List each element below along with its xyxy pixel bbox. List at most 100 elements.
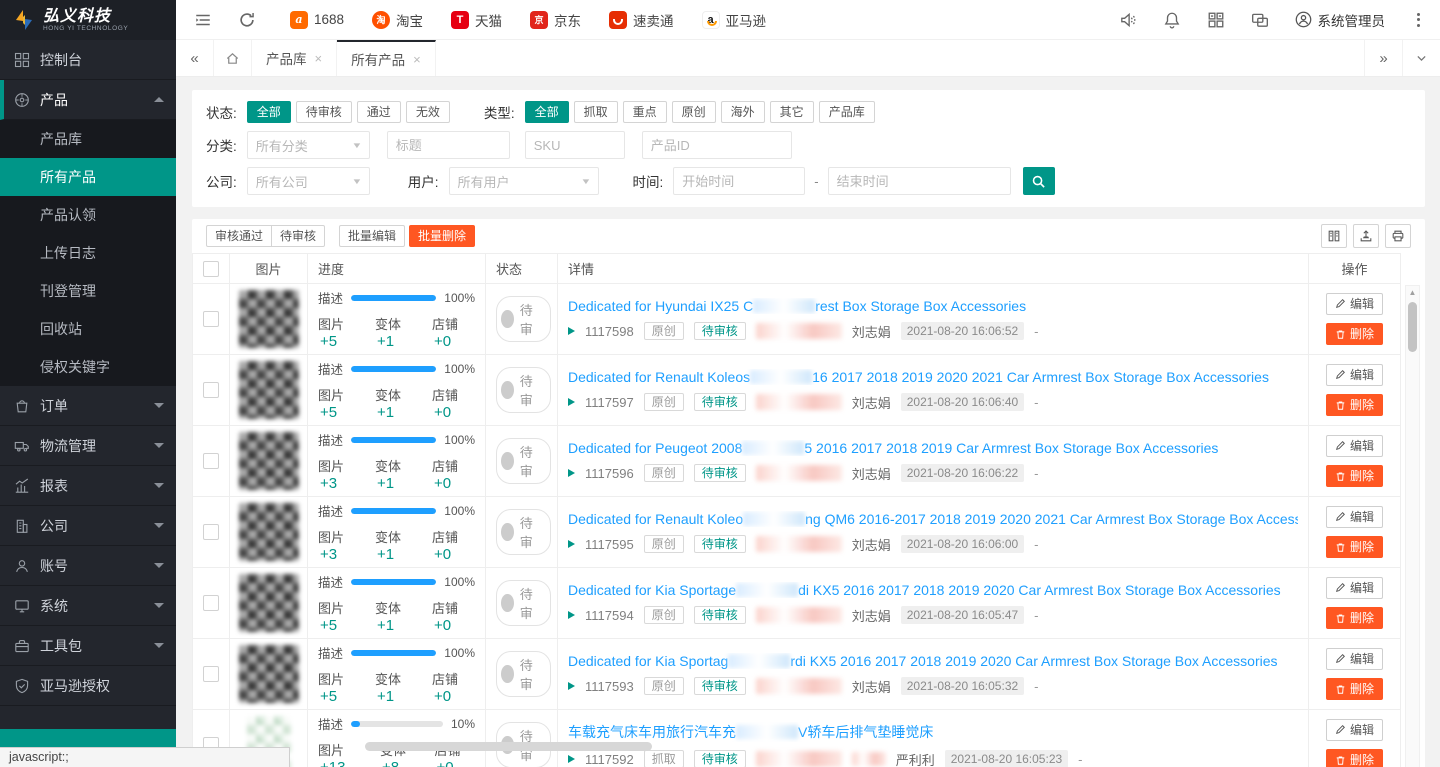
platform-link-天猫[interactable]: T天猫 [451, 10, 502, 30]
sidebar-subitem-upload-log[interactable]: 上传日志 [0, 234, 176, 272]
edit-button[interactable]: 编辑 [1326, 364, 1383, 386]
type-filter-option[interactable]: 抓取 [574, 101, 618, 123]
sku-input[interactable] [525, 131, 625, 159]
product-title-link[interactable]: 车载充气床车用旅行汽车充V轿车后排气垫睡觉床 [568, 722, 1298, 742]
platform-link-亚马逊[interactable]: a亚马逊 [702, 10, 767, 30]
batch-delete-button[interactable]: 批量删除 [409, 225, 475, 247]
announcement-icon[interactable] [1119, 11, 1137, 29]
type-filter-option[interactable]: 其它 [770, 101, 814, 123]
scroll-up-icon[interactable]: ▲ [1409, 286, 1417, 300]
refresh-icon[interactable] [238, 11, 256, 29]
sidebar-item-toolkit[interactable]: 工具包 [0, 626, 176, 666]
sidebar-subitem-all-products[interactable]: 所有产品 [0, 158, 176, 196]
status-badge[interactable]: 待审 [496, 509, 551, 555]
status-badge[interactable]: 待审 [496, 651, 551, 697]
platform-link-京东[interactable]: 京京东 [530, 10, 581, 30]
type-filter-option[interactable]: 全部 [525, 101, 569, 123]
product-title-link[interactable]: Dedicated for Renault Koleong QM6 2016-2… [568, 511, 1298, 527]
product-id-input[interactable] [642, 131, 792, 159]
product-image[interactable] [239, 574, 299, 632]
sidebar-item-system[interactable]: 系统 [0, 586, 176, 626]
export-icon[interactable] [1353, 224, 1379, 248]
edit-button[interactable]: 编辑 [1326, 648, 1383, 670]
end-time-input[interactable] [828, 167, 1011, 195]
theme-windows-icon[interactable] [1251, 11, 1269, 29]
sidebar-item-logistics[interactable]: 物流管理 [0, 426, 176, 466]
sidebar-subitem-listing-manage[interactable]: 刊登管理 [0, 272, 176, 310]
sidebar-item-reports[interactable]: 报表 [0, 466, 176, 506]
product-title-link[interactable]: Dedicated for Peugeot 20085 2016 2017 20… [568, 440, 1298, 456]
product-image[interactable] [239, 645, 299, 703]
category-select[interactable]: 所有分类 ▼ [247, 131, 370, 159]
title-input[interactable] [387, 131, 510, 159]
sidebar-item-company[interactable]: 公司 [0, 506, 176, 546]
delete-button[interactable]: 删除 [1326, 394, 1383, 416]
sidebar-subitem-infringing-keywords[interactable]: 侵权关键字 [0, 348, 176, 386]
row-checkbox[interactable] [203, 382, 219, 398]
pending-selected-button[interactable]: 待审核 [272, 225, 325, 247]
close-tab-icon[interactable]: × [315, 51, 323, 66]
sidebar-subitem-recycle-bin[interactable]: 回收站 [0, 310, 176, 348]
delete-button[interactable]: 删除 [1326, 749, 1383, 767]
user-select[interactable]: 所有用户 ▼ [449, 167, 599, 195]
close-tab-icon[interactable]: × [413, 52, 421, 67]
product-title-link[interactable]: Dedicated for Hyundai IX25 Crest Box Sto… [568, 298, 1298, 314]
edit-button[interactable]: 编辑 [1326, 435, 1383, 457]
platform-link-1688[interactable]: a1688 [290, 11, 344, 29]
product-image[interactable] [239, 503, 299, 561]
product-title-link[interactable]: Dedicated for Renault Koleos16 2017 2018… [568, 369, 1298, 385]
sidebar-subitem-product-claim[interactable]: 产品认领 [0, 196, 176, 234]
row-checkbox[interactable] [203, 311, 219, 327]
sidebar-item-console[interactable]: 控制台 [0, 40, 176, 80]
edit-button[interactable]: 编辑 [1326, 293, 1383, 315]
row-checkbox[interactable] [203, 524, 219, 540]
sidebar-item-account[interactable]: 账号 [0, 546, 176, 586]
status-badge[interactable]: 待审 [496, 580, 551, 626]
product-image[interactable] [239, 290, 299, 348]
play-icon[interactable] [568, 611, 575, 619]
more-menu-icon[interactable] [1411, 11, 1426, 29]
company-select[interactable]: 所有公司 ▼ [247, 167, 370, 195]
sidebar-item-orders[interactable]: 订单 [0, 386, 176, 426]
type-filter-option[interactable]: 重点 [623, 101, 667, 123]
play-icon[interactable] [568, 682, 575, 690]
horizontal-scrollbar-thumb[interactable] [365, 742, 652, 751]
scrollbar-thumb[interactable] [1408, 302, 1417, 352]
platform-link-速卖通[interactable]: 速卖通 [609, 10, 674, 30]
play-icon[interactable] [568, 469, 575, 477]
search-button[interactable] [1023, 167, 1055, 195]
status-filter-option[interactable]: 全部 [247, 101, 291, 123]
status-badge[interactable]: 待审 [496, 438, 551, 484]
product-image[interactable] [239, 361, 299, 419]
user-menu[interactable]: 系统管理员 [1295, 10, 1386, 30]
delete-button[interactable]: 删除 [1326, 323, 1383, 345]
delete-button[interactable]: 删除 [1326, 536, 1383, 558]
type-filter-option[interactable]: 原创 [672, 101, 716, 123]
product-title-link[interactable]: Dedicated for Kia Sportagrdi KX5 2016 20… [568, 653, 1298, 669]
sidebar-subitem-product-library[interactable]: 产品库 [0, 120, 176, 158]
home-tab-icon[interactable] [214, 40, 252, 76]
notifications-bell-icon[interactable] [1163, 11, 1181, 29]
play-icon[interactable] [568, 540, 575, 548]
product-title-link[interactable]: Dedicated for Kia Sportagedi KX5 2016 20… [568, 582, 1298, 598]
edit-button[interactable]: 编辑 [1326, 719, 1383, 741]
status-badge[interactable]: 待审 [496, 296, 551, 342]
play-icon[interactable] [568, 755, 575, 763]
row-checkbox[interactable] [203, 595, 219, 611]
tab-all-products[interactable]: 所有产品 × [337, 40, 436, 76]
sidebar-item-amazon-auth[interactable]: 亚马逊授权 [0, 666, 176, 706]
play-icon[interactable] [568, 398, 575, 406]
select-all-checkbox[interactable] [203, 261, 219, 277]
platform-link-淘宝[interactable]: 淘淘宝 [372, 10, 423, 30]
row-checkbox[interactable] [203, 666, 219, 682]
tabs-menu-chevron-icon[interactable] [1402, 40, 1440, 76]
apps-grid-icon[interactable] [1207, 11, 1225, 29]
type-filter-option[interactable]: 海外 [721, 101, 765, 123]
delete-button[interactable]: 删除 [1326, 678, 1383, 700]
status-badge[interactable]: 待审 [496, 367, 551, 413]
brand-logo[interactable]: 弘义科技 HONG YI TECHNOLOGY [0, 0, 176, 40]
edit-button[interactable]: 编辑 [1326, 577, 1383, 599]
print-icon[interactable] [1385, 224, 1411, 248]
tab-product-library[interactable]: 产品库 × [252, 40, 337, 76]
tabs-scroll-left-icon[interactable]: « [176, 40, 214, 76]
